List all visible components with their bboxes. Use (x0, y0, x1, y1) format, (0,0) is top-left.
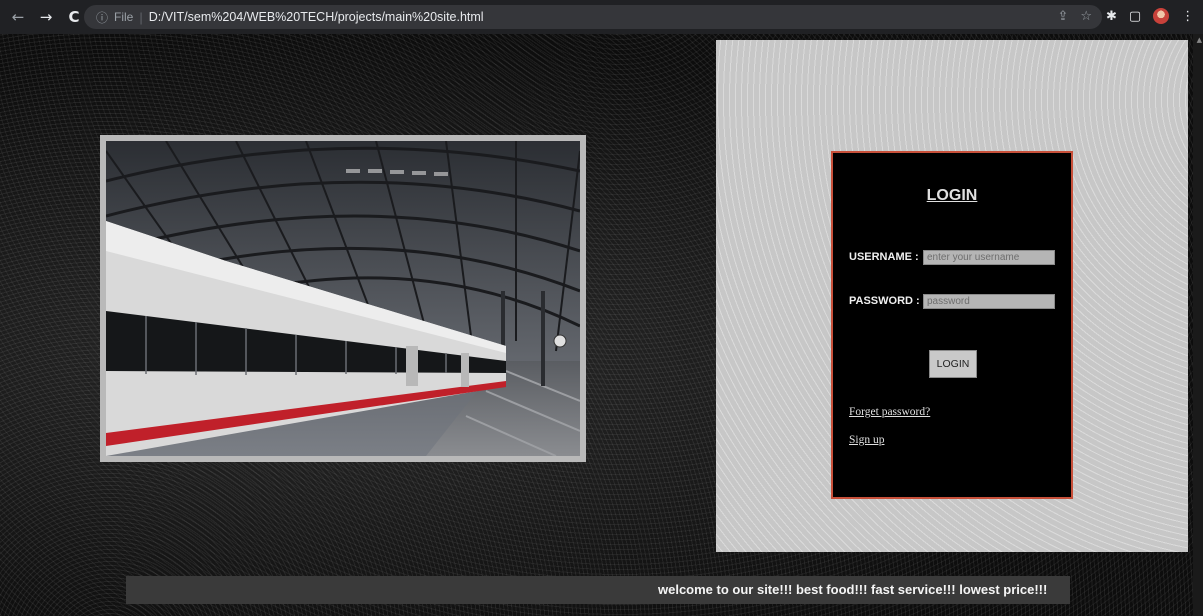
password-input[interactable] (923, 294, 1055, 309)
password-label: PASSWORD : (849, 295, 920, 307)
page-background: LOGIN USERNAME : PASSWORD : LOGIN Forget… (0, 34, 1193, 616)
login-button[interactable]: LOGIN (929, 350, 977, 378)
menu-icon[interactable]: ⋮ (1181, 9, 1194, 24)
train-station-photo (106, 141, 580, 456)
profile-avatar[interactable] (1153, 8, 1170, 24)
reload-button[interactable]: C (62, 8, 86, 26)
page-scrollbar[interactable] (1193, 34, 1203, 616)
side-panel-icon[interactable]: ▢ (1129, 9, 1141, 24)
photo-frame (100, 135, 586, 462)
scroll-up-icon[interactable]: ▲ (1197, 36, 1202, 44)
login-box: LOGIN USERNAME : PASSWORD : LOGIN Forget… (831, 151, 1073, 499)
url-scheme: File (114, 10, 134, 24)
marquee-text: welcome to our site!!! best food!!! fast… (658, 582, 1048, 597)
signup-link[interactable]: Sign up (849, 434, 884, 446)
url-text[interactable]: D:/VIT/sem%204/WEB%20TECH/projects/main%… (149, 10, 484, 24)
forgot-password-link[interactable]: Forget password? (849, 406, 930, 418)
bookmark-star-icon[interactable]: ☆ (1080, 9, 1092, 24)
extensions-icon[interactable]: ✱ (1106, 9, 1117, 24)
marquee-banner: welcome to our site!!! best food!!! fast… (126, 576, 1070, 604)
forward-button[interactable]: → (34, 8, 58, 26)
login-panel: LOGIN USERNAME : PASSWORD : LOGIN Forget… (716, 40, 1188, 552)
username-input[interactable] (923, 250, 1055, 265)
username-label: USERNAME : (849, 251, 919, 263)
site-info-icon[interactable]: ⓘ (96, 9, 108, 26)
browser-toolbar: ← → C ⓘ File | D:/VIT/sem%204/WEB%20TECH… (0, 0, 1203, 34)
url-separator: | (139, 9, 143, 25)
back-button[interactable]: ← (6, 8, 30, 26)
login-title: LOGIN (926, 187, 978, 204)
share-icon[interactable]: ⇪ (1057, 9, 1068, 24)
train-station-illustration (106, 141, 580, 456)
address-bar[interactable]: ⓘ File | D:/VIT/sem%204/WEB%20TECH/proje… (84, 5, 1102, 29)
